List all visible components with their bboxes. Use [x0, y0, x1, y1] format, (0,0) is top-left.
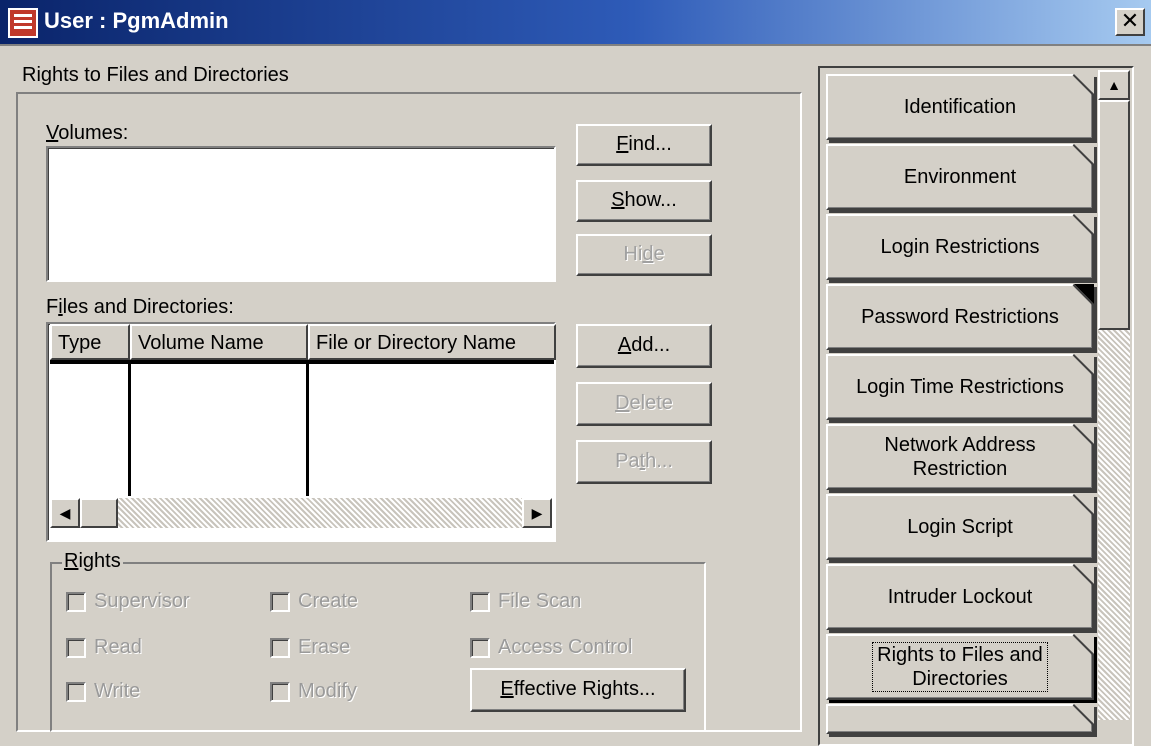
show-button[interactable]: Show...: [576, 180, 712, 222]
horizontal-scroll-thumb[interactable]: [80, 498, 118, 528]
close-button[interactable]: ✕: [1115, 8, 1145, 36]
checkbox-access-control[interactable]: Access Control: [470, 636, 633, 659]
column-header-file-or-directory-name[interactable]: File or Directory Name: [308, 324, 556, 360]
page-button-intruder-lockout[interactable]: Intruder Lockout: [826, 564, 1094, 630]
header-separator: [50, 360, 554, 364]
checkbox-box[interactable]: [270, 637, 290, 658]
page-fold-icon: [1074, 214, 1094, 234]
checkbox-box[interactable]: [66, 591, 86, 612]
page-button-identification[interactable]: Identification: [826, 74, 1094, 140]
page-fold-icon: [1074, 74, 1094, 94]
page-fold-icon: [1074, 424, 1094, 444]
rights-legend: Rights: [62, 550, 123, 573]
page-button-login-time-restrictions[interactable]: Login Time Restrictions: [826, 354, 1094, 420]
checkbox-box[interactable]: [66, 637, 86, 658]
page-fold-icon: [1074, 564, 1094, 584]
effective-rights-button[interactable]: Effective Rights...: [470, 668, 686, 712]
page-fold-marked-icon: [1074, 284, 1094, 304]
path-button[interactable]: Path...: [576, 440, 712, 484]
checkbox-create[interactable]: Create: [270, 590, 358, 613]
files-label: Files and Directories:: [46, 296, 234, 318]
page-button-password-restrictions[interactable]: Password Restrictions: [826, 284, 1094, 350]
checkbox-box[interactable]: [270, 591, 290, 612]
page-button-login-script[interactable]: Login Script: [826, 494, 1094, 560]
page-fold-icon: [1074, 634, 1094, 654]
arrow-right-icon: ▶: [531, 505, 543, 521]
hide-button[interactable]: Hide: [576, 234, 712, 276]
checkbox-write[interactable]: Write: [66, 680, 140, 703]
page-fold-icon: [1074, 144, 1094, 164]
page-button-next[interactable]: [826, 704, 1094, 734]
vertical-scroll-thumb[interactable]: [1098, 100, 1130, 330]
page-button-rights-to-files-and-directories[interactable]: Rights to Files and Directories: [826, 634, 1094, 700]
checkbox-box[interactable]: [270, 681, 290, 702]
files-listview[interactable]: Type Volume Name File or Directory Name …: [46, 322, 556, 542]
page-fold-icon: [1074, 354, 1094, 374]
column-divider: [306, 360, 309, 496]
checkbox-file-scan[interactable]: File Scan: [470, 590, 581, 613]
page-button-environment[interactable]: Environment: [826, 144, 1094, 210]
arrow-up-icon: ▲: [1107, 77, 1121, 93]
horizontal-scrollbar[interactable]: ◀ ▶: [50, 498, 552, 528]
find-button[interactable]: Find...: [576, 124, 712, 166]
column-header-volume-name[interactable]: Volume Name: [130, 324, 308, 360]
volumes-listbox[interactable]: [46, 146, 556, 282]
column-header-type[interactable]: Type: [50, 324, 130, 360]
scroll-left-button[interactable]: ◀: [50, 498, 80, 528]
column-divider: [128, 360, 131, 496]
section-title: Rights to Files and Directories: [22, 64, 289, 86]
title-bar: User : PgmAdmin ✕: [0, 0, 1151, 46]
checkbox-modify[interactable]: Modify: [270, 680, 357, 703]
checkbox-box[interactable]: [470, 591, 490, 612]
scroll-up-button[interactable]: ▲: [1098, 70, 1130, 100]
checkbox-erase[interactable]: Erase: [270, 636, 350, 659]
page-button-network-address-restriction[interactable]: Network Address Restriction: [826, 424, 1094, 490]
checkbox-supervisor[interactable]: Supervisor: [66, 590, 190, 613]
arrow-left-icon: ◀: [59, 505, 71, 521]
window-title: User : PgmAdmin: [44, 8, 229, 33]
add-button[interactable]: Add...: [576, 324, 712, 368]
page-fold-icon: [1074, 494, 1094, 514]
checkbox-read[interactable]: Read: [66, 636, 142, 659]
delete-button[interactable]: Delete: [576, 382, 712, 426]
close-icon: ✕: [1120, 8, 1140, 33]
page-fold-icon: [1074, 704, 1094, 724]
volumes-label: Volumes:: [46, 122, 129, 144]
page-button-login-restrictions[interactable]: Login Restrictions: [826, 214, 1094, 280]
app-icon: [8, 8, 38, 38]
scroll-right-button[interactable]: ▶: [522, 498, 552, 528]
checkbox-box[interactable]: [66, 681, 86, 702]
checkbox-box[interactable]: [470, 637, 490, 658]
